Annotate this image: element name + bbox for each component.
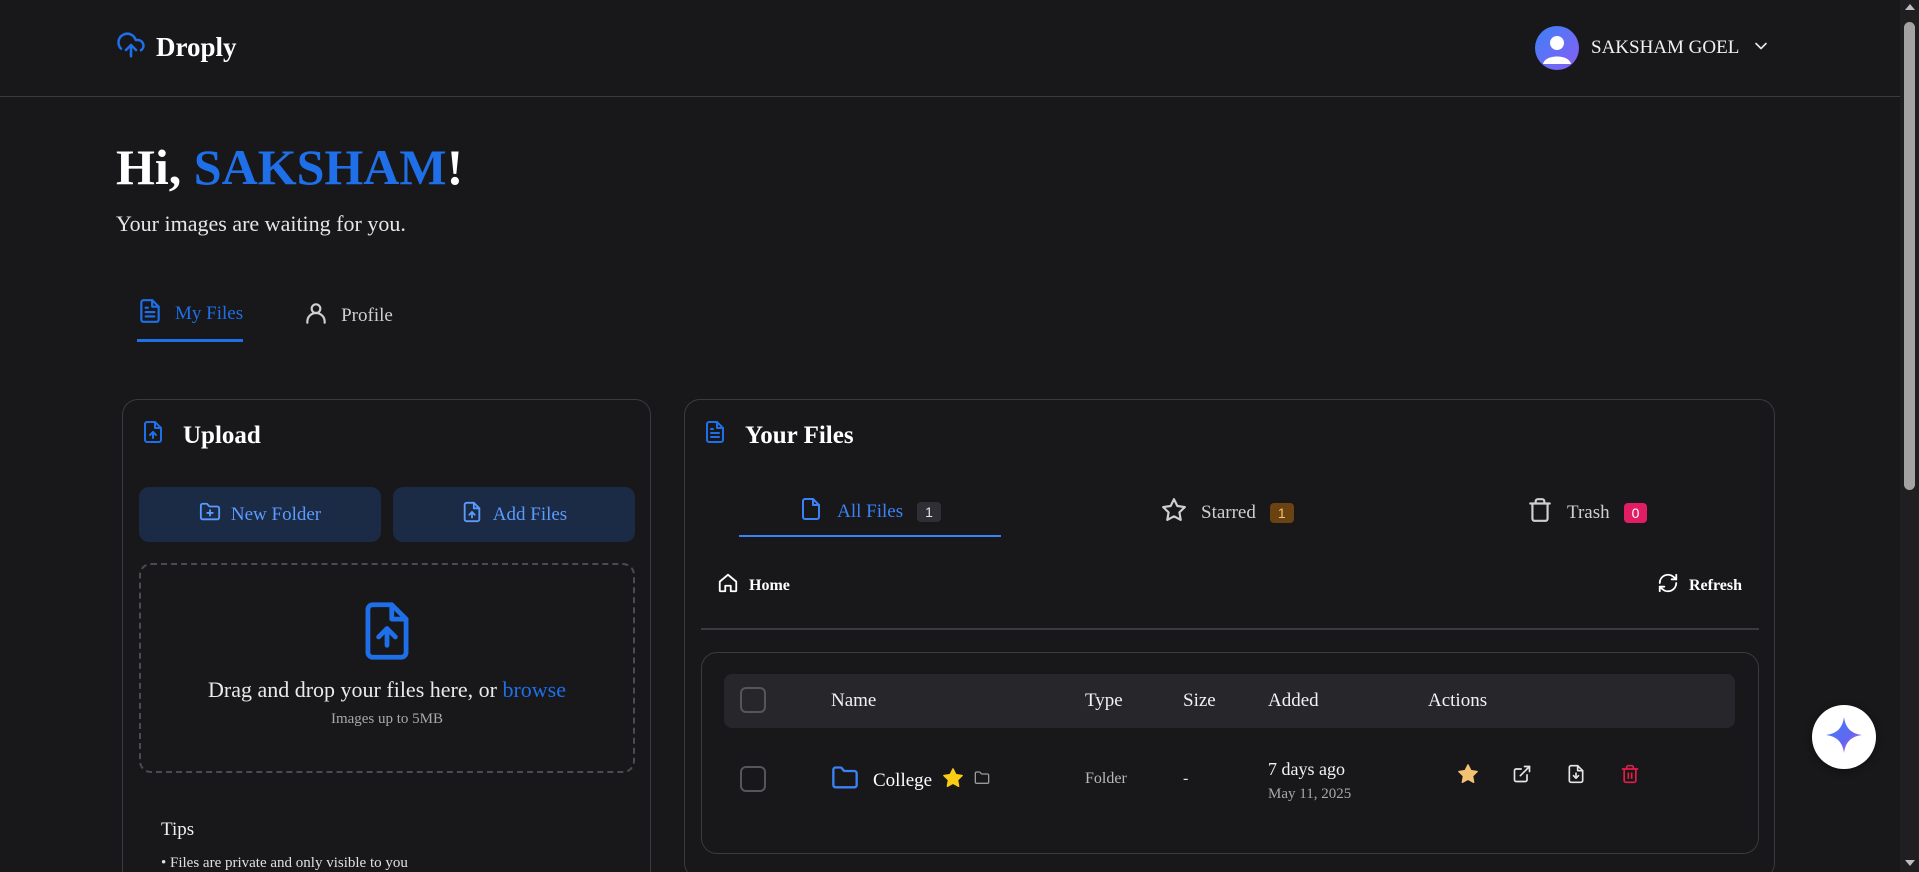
chevron-down-icon: [1751, 36, 1771, 61]
trash-icon: [1620, 764, 1640, 789]
upload-title: Upload: [141, 420, 261, 451]
brand-name: Droply: [156, 32, 237, 62]
brand[interactable]: Droply: [116, 30, 237, 65]
new-folder-button[interactable]: New Folder: [139, 487, 381, 542]
assistant-button[interactable]: [1812, 705, 1876, 769]
select-all-checkbox[interactable]: [740, 687, 766, 713]
tab-trash[interactable]: Trash 0: [1527, 489, 1648, 537]
user-avatar-icon: [1543, 36, 1571, 64]
tips-title: Tips: [161, 819, 195, 840]
cloud-upload-icon: [116, 30, 146, 65]
download-icon: [1566, 764, 1586, 789]
tab-label: My Files: [175, 303, 244, 324]
greeting-suffix: !: [446, 139, 464, 195]
divider: [701, 628, 1759, 630]
dropzone[interactable]: Drag and drop your files here, or browse…: [139, 563, 635, 773]
tab-starred[interactable]: Starred 1: [1161, 489, 1294, 537]
column-header-name: Name: [831, 690, 877, 711]
files-title-text: Your Files: [745, 421, 854, 449]
user-icon: [303, 300, 329, 332]
row-actions: [1456, 763, 1642, 790]
starred-badge: 1: [1269, 503, 1294, 523]
page-scrollbar[interactable]: [1900, 0, 1919, 872]
dropzone-subtext: Images up to 5MB: [330, 711, 444, 727]
table-row[interactable]: College Folder - 7 days ago May 11, 2025: [724, 748, 1735, 814]
folder-small-icon: [974, 770, 990, 792]
file-icon: [799, 497, 823, 527]
external-link-icon: [1512, 764, 1532, 789]
tab-label: All Files: [837, 501, 904, 522]
greeting-name: SAKSHAM: [193, 139, 447, 195]
dropzone-prompt: Drag and drop your files here, or: [207, 677, 503, 702]
files-table: Name Type Size Added Actions College Fol…: [701, 652, 1759, 854]
breadcrumb-home[interactable]: Home: [717, 572, 790, 599]
file-upload-icon: [141, 420, 165, 451]
scrollbar-thumb[interactable]: [1904, 22, 1915, 490]
tab-label: Profile: [341, 304, 393, 326]
added-date: May 11, 2025: [1268, 786, 1352, 802]
file-size: -: [1183, 770, 1189, 787]
breadcrumb-label: Home: [749, 576, 790, 594]
download-action-button[interactable]: [1564, 764, 1588, 788]
file-name: College: [873, 770, 933, 791]
refresh-button[interactable]: Refresh: [1657, 572, 1742, 599]
dropzone-text: Drag and drop your files here, or browse: [208, 677, 566, 703]
browse-link[interactable]: browse: [502, 677, 566, 702]
upload-title-text: Upload: [183, 421, 261, 449]
tab-all-files[interactable]: All Files 1: [739, 489, 1001, 537]
refresh-icon: [1657, 572, 1679, 599]
scroll-down-arrow[interactable]: [1905, 860, 1915, 866]
file-tabs: All Files 1 Starred 1 Trash 0: [739, 489, 1739, 537]
row-checkbox[interactable]: [740, 766, 766, 792]
upload-card: Upload New Folder Add Files Drag and dro…: [122, 399, 651, 872]
refresh-label: Refresh: [1688, 576, 1742, 594]
column-header-actions: Actions: [1428, 690, 1488, 711]
user-name: SAKSHAM GOEL: [1591, 37, 1740, 58]
star-filled-icon: [942, 767, 964, 795]
files-title: Your Files: [703, 420, 854, 451]
sparkle-icon: [1824, 715, 1864, 760]
column-header-size: Size: [1183, 690, 1216, 711]
file-added: 7 days ago May 11, 2025: [1268, 759, 1351, 803]
greeting-prefix: Hi,: [116, 139, 194, 195]
new-folder-label: New Folder: [230, 503, 322, 525]
folder-icon: [831, 764, 859, 798]
tab-my-files[interactable]: My Files: [137, 298, 244, 342]
file-name-cell[interactable]: College: [831, 764, 990, 798]
add-files-button[interactable]: Add Files: [393, 487, 635, 542]
home-icon: [717, 572, 739, 599]
column-header-type: Type: [1085, 690, 1123, 711]
open-action-button[interactable]: [1510, 764, 1534, 788]
upload-actions: New Folder Add Files: [139, 487, 635, 542]
file-upload-icon: [461, 501, 483, 529]
star-icon: [1457, 763, 1479, 790]
tab-label: Trash: [1567, 502, 1610, 523]
top-header: Droply SAKSHAM GOEL: [0, 0, 1900, 97]
column-header-added: Added: [1268, 690, 1319, 711]
count-badge: 1: [917, 502, 941, 522]
tab-profile[interactable]: Profile: [303, 298, 393, 342]
greeting-subtitle: Your images are waiting for you.: [116, 211, 406, 236]
file-type: Folder: [1085, 770, 1127, 787]
main-tabs: My Files Profile: [137, 298, 393, 342]
add-files-label: Add Files: [492, 503, 568, 525]
greeting-heading: Hi, SAKSHAM!: [116, 138, 463, 196]
star-action-button[interactable]: [1456, 763, 1480, 790]
table-header: Name Type Size Added Actions: [724, 674, 1735, 728]
files-card: Your Files All Files 1 Starred 1 Trash 0…: [684, 399, 1775, 872]
user-menu[interactable]: SAKSHAM GOEL: [1535, 26, 1771, 70]
tips-item: • Files are private and only visible to …: [161, 855, 408, 871]
tab-label: Starred: [1201, 502, 1256, 523]
trash-icon: [1527, 497, 1553, 529]
folder-plus-icon: [199, 501, 221, 529]
trash-badge: 0: [1623, 503, 1648, 523]
file-upload-icon: [358, 600, 416, 667]
file-text-icon: [703, 420, 727, 451]
scroll-up-arrow[interactable]: [1905, 4, 1915, 10]
avatar: [1535, 26, 1579, 70]
star-outline-icon: [1161, 497, 1187, 529]
file-text-icon: [137, 298, 163, 330]
delete-action-button[interactable]: [1618, 764, 1642, 788]
added-relative: 7 days ago: [1268, 759, 1345, 779]
